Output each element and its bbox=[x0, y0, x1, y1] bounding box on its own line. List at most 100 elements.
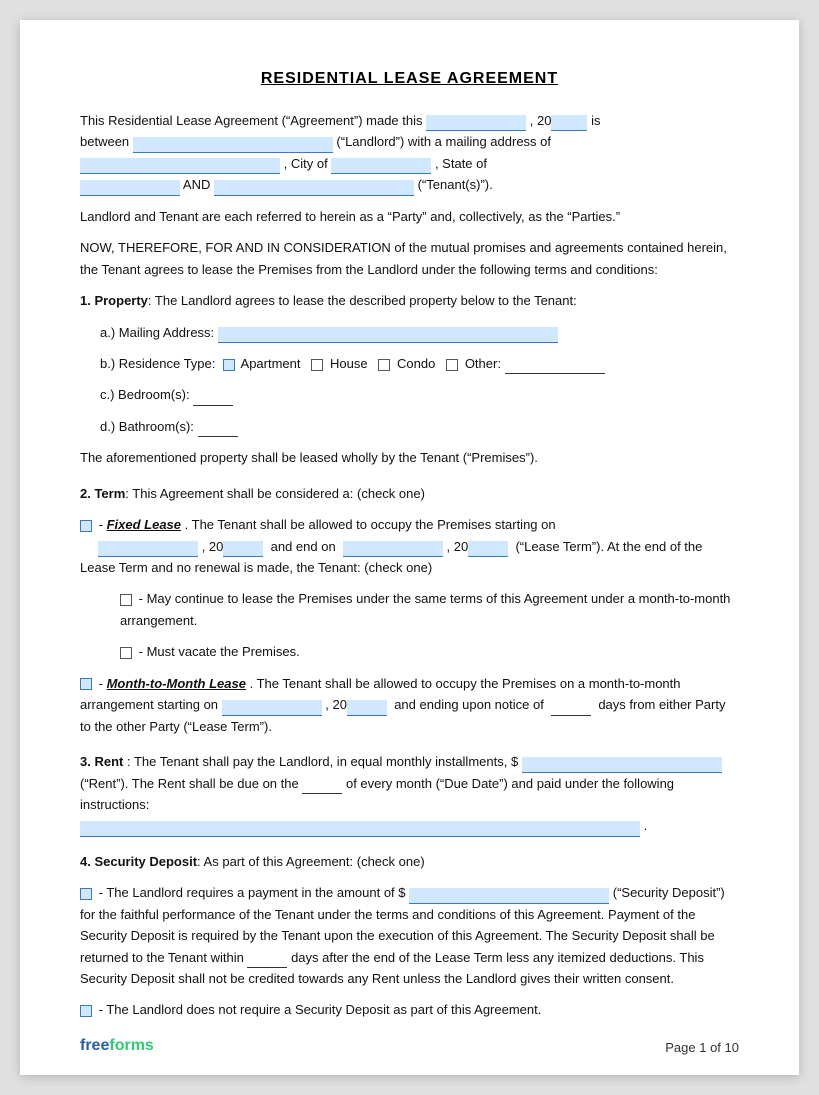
intro-line2-pre: between bbox=[80, 134, 129, 149]
document-title: RESIDENTIAL LEASE AGREEMENT bbox=[80, 70, 739, 88]
section2-heading-line: 2. Term: This Agreement shall be conside… bbox=[80, 483, 739, 504]
section2-fixed-opt1: - May continue to lease the Premises und… bbox=[120, 588, 739, 631]
fixed-text: . The Tenant shall be allowed to occupy … bbox=[185, 517, 556, 532]
security-deposit-amount-field[interactable] bbox=[409, 888, 609, 904]
document-footer: freeforms Page 1 of 10 bbox=[80, 1037, 739, 1055]
section4-option2: - The Landlord does not require a Securi… bbox=[80, 999, 739, 1020]
month-start-year-field[interactable] bbox=[347, 700, 387, 716]
landlord-name-field[interactable] bbox=[133, 137, 333, 153]
fixed-date2-mid: , 20 bbox=[447, 539, 469, 554]
section2-fixed-options: - May continue to lease the Premises und… bbox=[120, 588, 739, 662]
section1-intro: : The Landlord agrees to lease the descr… bbox=[148, 293, 577, 308]
month-lease-label: Month-to-Month Lease bbox=[107, 676, 246, 691]
section1-closing: The aforementioned property shall be lea… bbox=[80, 447, 739, 468]
section1-item-d: d.) Bathroom(s): bbox=[100, 416, 739, 437]
due-date-field[interactable] bbox=[302, 778, 342, 794]
condo-checkbox[interactable] bbox=[378, 359, 390, 371]
month-start-date-field[interactable] bbox=[222, 700, 322, 716]
document-page: RESIDENTIAL LEASE AGREEMENT This Residen… bbox=[20, 20, 799, 1075]
city-field[interactable] bbox=[331, 158, 431, 174]
brand-free: free bbox=[80, 1037, 109, 1054]
consideration-text: NOW, THEREFORE, FOR AND IN CONSIDERATION… bbox=[80, 237, 739, 280]
intro-line1-mid: , 20 bbox=[530, 113, 552, 128]
apartment-label: Apartment bbox=[241, 356, 301, 371]
footer-brand: freeforms bbox=[80, 1037, 154, 1055]
footer-page-number: Page 1 of 10 bbox=[665, 1040, 739, 1055]
section-3-rent: 3. Rent : The Tenant shall pay the Landl… bbox=[80, 751, 739, 837]
condo-label: Condo bbox=[397, 356, 435, 371]
section1-d-label: d.) Bathroom(s): bbox=[100, 419, 194, 434]
year-field[interactable] bbox=[551, 115, 587, 131]
intro-line3-city: , City of bbox=[284, 156, 328, 171]
section1-a-label: a.) Mailing Address: bbox=[100, 325, 214, 340]
state-field[interactable] bbox=[80, 180, 180, 196]
section2-heading: 2. Term bbox=[80, 486, 125, 501]
no-security-deposit-checkbox[interactable] bbox=[80, 1005, 92, 1017]
other-label: Other: bbox=[465, 356, 501, 371]
intro-line3-post: , State of bbox=[435, 156, 487, 171]
month-checkbox[interactable] bbox=[80, 678, 92, 690]
section-4-security-deposit: 4. Security Deposit: As part of this Agr… bbox=[80, 851, 739, 1021]
house-checkbox[interactable] bbox=[311, 359, 323, 371]
fixed-start-date-field[interactable] bbox=[98, 541, 198, 557]
section4-option1: - The Landlord requires a payment in the… bbox=[80, 882, 739, 989]
fixed-lease-label: Fixed Lease bbox=[107, 517, 181, 532]
vacate-text: - Must vacate the Premises. bbox=[139, 644, 300, 659]
brand-forms: forms bbox=[109, 1037, 153, 1054]
mailing-address-field[interactable] bbox=[218, 327, 558, 343]
month-pre: - bbox=[99, 676, 107, 691]
section1-item-c: c.) Bedroom(s): bbox=[100, 384, 739, 405]
continue-lease-text: - May continue to lease the Premises und… bbox=[120, 591, 730, 627]
month-date-mid: , 20 bbox=[325, 697, 347, 712]
bedrooms-field[interactable] bbox=[193, 390, 233, 406]
section2-fixed-opt2: - Must vacate the Premises. bbox=[120, 641, 739, 662]
fixed-end-year-field[interactable] bbox=[468, 541, 508, 557]
intro-line2-mid: (“Landlord”) with a mailing address of bbox=[336, 134, 551, 149]
section1-item-b: b.) Residence Type: Apartment House Cond… bbox=[100, 353, 739, 374]
section4-opt2-text: - The Landlord does not require a Securi… bbox=[99, 1002, 542, 1017]
security-deposit-days-field[interactable] bbox=[247, 952, 287, 968]
section4-intro: : As part of this Agreement: (check one) bbox=[197, 854, 425, 869]
intro-line1-post: is bbox=[591, 113, 600, 128]
security-deposit-required-checkbox[interactable] bbox=[80, 888, 92, 900]
address-field[interactable] bbox=[80, 158, 280, 174]
fixed-end-date-field[interactable] bbox=[343, 541, 443, 557]
section4-opt1-pre: - The Landlord requires a payment in the… bbox=[99, 885, 406, 900]
vacate-checkbox[interactable] bbox=[120, 647, 132, 659]
section3-text: 3. Rent : The Tenant shall pay the Landl… bbox=[80, 751, 739, 837]
section3-heading: 3. Rent bbox=[80, 754, 123, 769]
continue-lease-checkbox[interactable] bbox=[120, 594, 132, 606]
other-type-field[interactable] bbox=[505, 358, 605, 374]
section3-text1: : The Tenant shall pay the Landlord, in … bbox=[127, 754, 518, 769]
month-date-post: and ending upon notice of bbox=[394, 697, 544, 712]
rent-amount-field[interactable] bbox=[522, 757, 722, 773]
fixed-start-year-field[interactable] bbox=[223, 541, 263, 557]
intro-paragraph: This Residential Lease Agreement (“Agree… bbox=[80, 110, 739, 196]
fixed-date1-mid: , 20 bbox=[202, 539, 224, 554]
agreement-date-field[interactable] bbox=[426, 115, 526, 131]
intro-line1-pre: This Residential Lease Agreement (“Agree… bbox=[80, 113, 423, 128]
section2-month-block: - Month-to-Month Lease . The Tenant shal… bbox=[80, 673, 739, 737]
payment-instructions-field[interactable] bbox=[80, 821, 640, 837]
intro-line4-post: (“Tenant(s)”). bbox=[418, 177, 493, 192]
section-1-property: 1. Property: The Landlord agrees to leas… bbox=[80, 290, 739, 469]
tenant-name-field[interactable] bbox=[214, 180, 414, 196]
section2-fixed-lease-block: - Fixed Lease . The Tenant shall be allo… bbox=[80, 514, 739, 578]
fixed-pre: - bbox=[99, 517, 107, 532]
apartment-checkbox[interactable] bbox=[223, 359, 235, 371]
section1-items: a.) Mailing Address: b.) Residence Type:… bbox=[100, 322, 739, 438]
other-checkbox[interactable] bbox=[446, 359, 458, 371]
fixed-lease-checkbox[interactable] bbox=[80, 520, 92, 532]
fixed-date1-post: and end on bbox=[271, 539, 336, 554]
section1-c-label: c.) Bedroom(s): bbox=[100, 387, 190, 402]
month-days-field[interactable] bbox=[551, 700, 591, 716]
section1-heading: 1. Property bbox=[80, 293, 148, 308]
section4-heading-line: 4. Security Deposit: As part of this Agr… bbox=[80, 851, 739, 872]
section2-intro: : This Agreement shall be considered a: … bbox=[125, 486, 425, 501]
section3-text2: (“Rent”). The Rent shall be due on the bbox=[80, 776, 299, 791]
parties-text: Landlord and Tenant are each referred to… bbox=[80, 206, 739, 227]
bathrooms-field[interactable] bbox=[198, 421, 238, 437]
section4-heading: 4. Security Deposit bbox=[80, 854, 197, 869]
intro-line4-and: AND bbox=[183, 177, 210, 192]
section-2-term: 2. Term: This Agreement shall be conside… bbox=[80, 483, 739, 737]
